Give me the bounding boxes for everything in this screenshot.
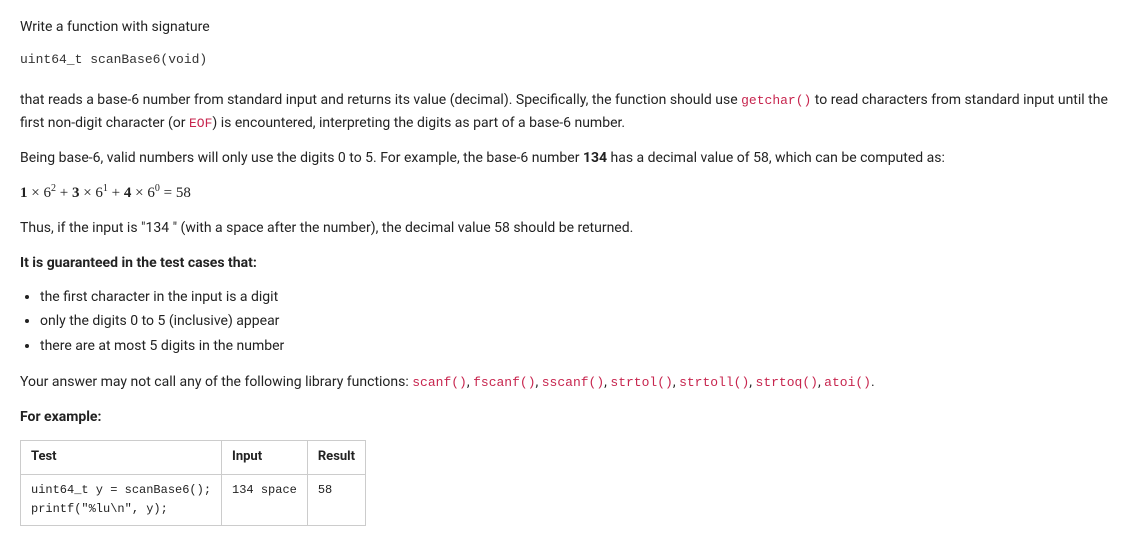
intro-line: Write a function with signature — [20, 16, 1109, 38]
eq-base: 6 — [147, 185, 155, 201]
desc-text: ) is encountered, interpreting the digit… — [212, 115, 625, 131]
forbidden-fn: fscanf() — [473, 375, 535, 390]
eof-code: EOF — [189, 116, 212, 131]
list-item: only the digits 0 to 5 (inclusive) appea… — [40, 310, 1109, 332]
eq-coef: 1 — [20, 185, 28, 201]
equation: 1 × 62 + 3 × 61 + 4 × 60 = 58 — [20, 181, 1109, 205]
forbidden-tail: . — [871, 374, 875, 390]
th-result: Result — [307, 441, 365, 475]
forbidden-fn: strtoq() — [756, 375, 818, 390]
eq-exp: 0 — [155, 183, 160, 194]
desc-text: that reads a base-6 number from standard… — [20, 92, 741, 108]
forbidden-fn: sscanf() — [542, 375, 604, 390]
th-input: Input — [222, 441, 308, 475]
td-input: 134 space — [222, 475, 308, 526]
table-header-row: Test Input Result — [21, 441, 366, 475]
forbidden-lead: Your answer may not call any of the foll… — [20, 374, 412, 390]
getchar-code: getchar() — [741, 93, 811, 108]
eq-coef: 3 — [72, 185, 80, 201]
eq-base: 6 — [43, 185, 51, 201]
base6-number: 134 — [583, 150, 607, 166]
guarantee-heading-text: It is guaranteed in the test cases that: — [20, 255, 257, 271]
td-test: uint64_t y = scanBase6(); printf("%lu\n"… — [21, 475, 222, 526]
base6-text: Being base-6, valid numbers will only us… — [20, 150, 583, 166]
eq-coef: 4 — [124, 185, 132, 201]
table-row: uint64_t y = scanBase6(); printf("%lu\n"… — [21, 475, 366, 526]
thus-paragraph: Thus, if the input is "134 " (with a spa… — [20, 217, 1109, 239]
description-paragraph: that reads a base-6 number from standard… — [20, 89, 1109, 135]
example-heading-text: For example: — [20, 409, 101, 425]
function-signature: uint64_t scanBase6(void) — [20, 50, 1109, 71]
example-heading: For example: — [20, 406, 1109, 428]
base6-text: has a decimal value of 58, which can be … — [607, 150, 945, 166]
eq-exp: 2 — [51, 183, 56, 194]
th-test: Test — [21, 441, 222, 475]
list-item: the first character in the input is a di… — [40, 286, 1109, 308]
example-table: Test Input Result uint64_t y = scanBase6… — [20, 440, 366, 526]
forbidden-fn: strtoll() — [679, 375, 749, 390]
forbidden-fn: scanf() — [412, 375, 467, 390]
eq-result: 58 — [176, 185, 191, 201]
list-item: there are at most 5 digits in the number — [40, 335, 1109, 357]
forbidden-paragraph: Your answer may not call any of the foll… — [20, 371, 1109, 394]
eq-base: 6 — [95, 185, 103, 201]
base6-paragraph: Being base-6, valid numbers will only us… — [20, 147, 1109, 169]
td-result: 58 — [307, 475, 365, 526]
forbidden-fn: strtol() — [610, 375, 672, 390]
forbidden-fn: atoi() — [824, 375, 871, 390]
eq-exp: 1 — [103, 183, 108, 194]
guarantee-heading: It is guaranteed in the test cases that: — [20, 252, 1109, 274]
guarantee-list: the first character in the input is a di… — [40, 286, 1109, 357]
